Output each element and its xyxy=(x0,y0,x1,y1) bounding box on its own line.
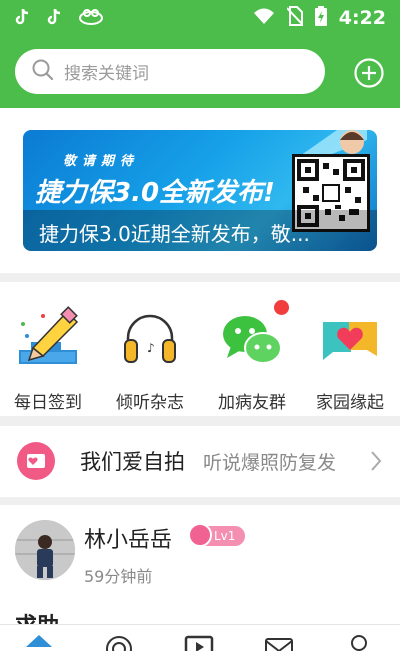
app-notification-icon xyxy=(78,8,104,30)
level-badge: Lv1 xyxy=(188,523,246,547)
discover-icon[interactable] xyxy=(104,633,134,651)
quick-action-checkin[interactable]: 每日签到 xyxy=(0,304,96,413)
wifi-icon xyxy=(253,7,275,29)
banner-kicker: 敬请期待 xyxy=(63,154,140,169)
status-bar: 4:22 xyxy=(0,0,400,36)
profile-icon[interactable] xyxy=(344,633,374,651)
add-post-button[interactable] xyxy=(354,58,384,88)
quick-action-label: 每日签到 xyxy=(14,393,82,413)
quick-action-label: 家园缘起 xyxy=(316,393,384,413)
bottom-tab-bar xyxy=(0,624,400,651)
section-divider xyxy=(0,416,400,426)
video-icon[interactable] xyxy=(184,633,214,651)
quick-action-group[interactable]: 加病友群 xyxy=(204,300,300,413)
banner-headline: 捷力保3.0全新发布! xyxy=(35,178,275,208)
search-icon xyxy=(32,59,54,85)
clock-time: 4:22 xyxy=(338,7,386,29)
topic-subtitle: 听说爆照防复发 xyxy=(203,452,337,474)
headphones-icon: ♪ xyxy=(115,304,185,374)
topic-title: 我们爱自拍 xyxy=(80,450,185,474)
quick-actions: 每日签到 ♪ 倾听杂志 加病友群 家园缘起 xyxy=(0,282,400,416)
banner-caption-bar: 捷力保3.0近期全新发布，敬... xyxy=(23,210,377,251)
post-time: 59分钟前 xyxy=(84,567,153,586)
notification-dot xyxy=(274,300,289,315)
home-icon[interactable] xyxy=(24,633,54,651)
pencil-checkin-icon xyxy=(13,304,83,374)
star-icon xyxy=(188,523,212,547)
quick-action-home[interactable]: 家园缘起 xyxy=(302,304,398,413)
no-sim-icon xyxy=(286,6,304,30)
feed-post[interactable]: 林小岳岳 Lv1 59分钟前 求助 xyxy=(0,505,400,639)
battery-charging-icon xyxy=(314,6,327,30)
message-icon[interactable] xyxy=(264,633,294,651)
search-placeholder: 搜索关键词 xyxy=(64,64,149,84)
svg-text:♪: ♪ xyxy=(147,341,155,355)
quick-action-magazine[interactable]: ♪ 倾听杂志 xyxy=(102,304,198,413)
avatar[interactable] xyxy=(15,520,75,580)
post-username[interactable]: 林小岳岳 xyxy=(84,522,172,554)
search-input[interactable]: 搜索关键词 xyxy=(15,49,325,94)
level-text: Lv1 xyxy=(214,529,236,543)
plus-circle-icon xyxy=(354,58,384,88)
top-header: 4:22 搜索关键词 xyxy=(0,0,400,108)
section-divider xyxy=(0,273,400,282)
promo-banner[interactable]: 敬请期待 捷力保3.0全新发布! 捷力保3.0近期全新发布，敬... xyxy=(23,130,377,251)
tiktok-icon xyxy=(46,8,62,30)
quick-action-label: 倾听杂志 xyxy=(116,393,184,413)
topic-photo-icon xyxy=(17,442,55,480)
tiktok-icon xyxy=(14,8,30,30)
section-divider xyxy=(0,497,400,505)
quick-action-label: 加病友群 xyxy=(218,393,286,413)
heart-chat-icon xyxy=(315,304,385,374)
wechat-chat-icon xyxy=(217,300,289,374)
topic-row[interactable]: 我们爱自拍 听说爆照防复发 xyxy=(0,426,400,498)
chevron-right-icon xyxy=(370,450,382,476)
banner-caption: 捷力保3.0近期全新发布，敬... xyxy=(39,222,310,246)
